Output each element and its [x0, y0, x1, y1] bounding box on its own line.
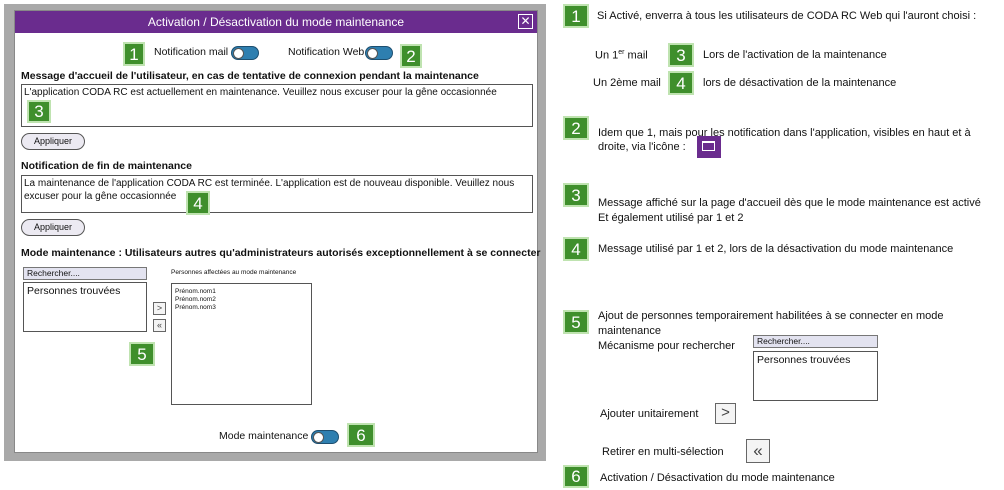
badge-3: 3: [668, 43, 694, 67]
note-5-add: Ajouter unitairement: [600, 408, 699, 420]
note-5-line1: Ajout de personnes temporairement habili…: [598, 310, 944, 322]
badge-3: 3: [27, 100, 51, 123]
note-1-first-mail-suffix: mail: [624, 49, 648, 62]
end-notification-heading: Notification de fin de maintenance: [21, 160, 192, 172]
toggle-knob: [233, 48, 244, 59]
note-5-line3: Mécanisme pour rechercher: [598, 340, 735, 352]
note-3-line1: Message affiché sur la page d'accueil dè…: [598, 197, 981, 209]
affected-people-list[interactable]: Prénom.nom1 Prénom.nom2 Prénom.nom3: [171, 283, 312, 405]
badge-1: 1: [563, 4, 589, 28]
note-1-second-mail-desc: lors de désactivation de la maintenance: [703, 77, 897, 89]
maintenance-mode-label: Mode maintenance: [219, 430, 309, 442]
note-1-first-mail-desc: Lors de l'activation de la maintenance: [703, 49, 887, 61]
example-remove-icon: «: [746, 439, 770, 463]
found-people-label: Personnes trouvées: [27, 285, 121, 297]
badge-2: 2: [563, 116, 589, 140]
badge-4: 4: [186, 191, 210, 215]
welcome-message-heading: Message d'accueil de l'utilisateur, en c…: [21, 70, 479, 82]
note-1-first-mail: Un 1er mail: [595, 49, 648, 62]
example-add-icon: >: [715, 403, 736, 424]
authorized-users-heading: Mode maintenance : Utilisateurs autres q…: [21, 247, 541, 259]
notification-mail-toggle[interactable]: [231, 46, 259, 60]
toggle-knob: [313, 432, 324, 443]
note-2-line1: Idem que 1, mais pour les notification d…: [598, 127, 971, 139]
notification-web-toggle[interactable]: [365, 46, 393, 60]
end-message-field[interactable]: La maintenance de l'application CODA RC …: [21, 175, 533, 213]
affected-person[interactable]: Prénom.nom2: [175, 296, 308, 304]
note-2-line2: droite, via l'icône :: [598, 141, 686, 153]
note-4: Message utilisé par 1 et 2, lors de la d…: [598, 243, 954, 255]
dialog-title: Activation / Désactivation du mode maint…: [15, 11, 537, 33]
note-1-first-mail-prefix: Un 1: [595, 49, 619, 62]
note-6: Activation / Désactivation du mode maint…: [600, 472, 835, 484]
notification-web-label: Notification Web: [288, 46, 365, 58]
note-1: Si Activé, enverra à tous les utilisateu…: [597, 10, 977, 22]
badge-2: 2: [400, 44, 422, 68]
badge-6: 6: [347, 423, 375, 447]
user-search-input[interactable]: Rechercher....: [23, 267, 147, 280]
welcome-message-field[interactable]: L'application CODA RC est actuellement e…: [21, 84, 533, 127]
affected-person[interactable]: Prénom.nom3: [175, 304, 308, 312]
maintenance-mode-toggle[interactable]: [311, 430, 339, 444]
example-found-label: Personnes trouvées: [757, 354, 851, 366]
example-search-input: Rechercher....: [753, 335, 878, 348]
notification-icon: [697, 136, 721, 158]
toggle-knob: [367, 48, 378, 59]
badge-1: 1: [123, 42, 145, 66]
badge-4: 4: [563, 237, 589, 261]
remove-people-button[interactable]: «: [153, 319, 166, 332]
notification-mail-label: Notification mail: [154, 46, 229, 58]
found-people-list[interactable]: Personnes trouvées: [23, 282, 147, 332]
note-3-line2: Et également utilisé par 1 et 2: [598, 212, 744, 224]
close-icon[interactable]: ✕: [518, 14, 533, 29]
badge-4: 4: [668, 71, 694, 95]
example-found-list: Personnes trouvées: [753, 351, 878, 401]
end-message-text: La maintenance de l'application CODA RC …: [24, 178, 515, 202]
affected-person[interactable]: Prénom.nom1: [175, 288, 308, 296]
apply-end-button[interactable]: Appliquer: [21, 219, 85, 236]
badge-3: 3: [563, 183, 589, 207]
welcome-message-text: L'application CODA RC est actuellement e…: [24, 87, 497, 98]
note-5-remove: Retirer en multi-sélection: [602, 446, 724, 458]
affected-people-label: Personnes affectées au mode maintenance: [171, 269, 297, 276]
apply-welcome-button[interactable]: Appliquer: [21, 133, 85, 150]
badge-5: 5: [563, 310, 589, 334]
note-1-second-mail: Un 2ème mail: [593, 77, 661, 89]
note-5-line2: maintenance: [598, 325, 661, 337]
badge-5: 5: [129, 342, 155, 366]
maintenance-dialog: Activation / Désactivation du mode maint…: [14, 10, 541, 453]
add-person-button[interactable]: >: [153, 302, 166, 315]
badge-6: 6: [563, 465, 589, 488]
